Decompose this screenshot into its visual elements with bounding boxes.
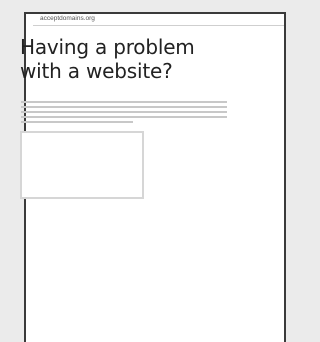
placeholder-text-line — [21, 101, 227, 103]
page-headline: Having a problem with a website? — [20, 35, 195, 83]
address-bar[interactable]: acceptdomains.org — [33, 14, 284, 26]
placeholder-text-line — [21, 106, 227, 108]
url-text: acceptdomains.org — [40, 15, 95, 22]
placeholder-text-line — [21, 116, 227, 118]
placeholder-content-box — [20, 131, 144, 199]
placeholder-text-line — [21, 111, 227, 113]
placeholder-text-line — [21, 121, 133, 123]
screenshot-stage: acceptdomains.org Having a problem with … — [0, 0, 286, 342]
